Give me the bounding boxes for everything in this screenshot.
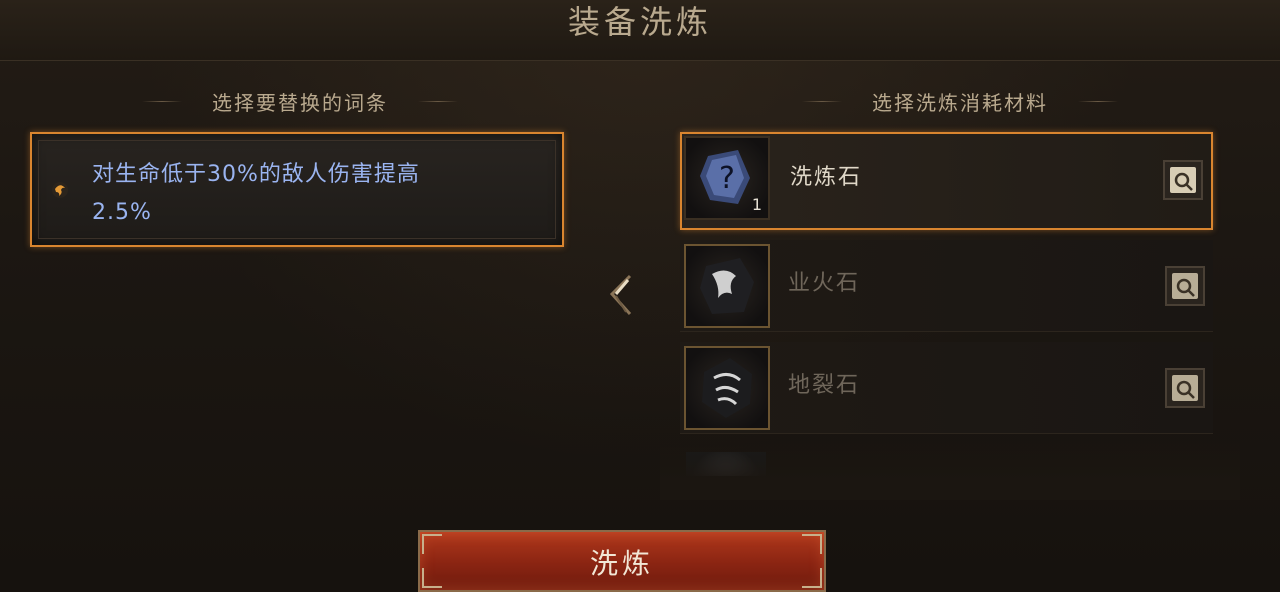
inspect-button[interactable] [1163,160,1203,200]
material-row-hellfire-stone[interactable]: 业火石 [680,240,1213,332]
earth-rune-stone-icon [684,346,770,430]
heading-rule-left [802,100,842,102]
fire-rune-stone-icon [684,244,770,328]
material-section-heading: 选择洗炼消耗材料 [760,86,1160,116]
svg-text:?: ? [719,161,735,196]
heading-rule-left [142,100,182,102]
affix-text: 对生命低于30%的敌人伤害提高 2.5% [92,156,532,232]
material-row-refine-stone[interactable]: ? 1 洗炼石 [680,132,1213,230]
inspect-button[interactable] [1165,266,1205,306]
material-section-title: 选择洗炼消耗材料 [872,90,1048,115]
material-row-earthsplit-stone[interactable]: 地裂石 [680,342,1213,434]
refine-button-label: 洗炼 [589,547,654,580]
heading-rule-right [418,100,458,102]
affix-section-title: 选择要替换的词条 [212,90,388,115]
refine-button[interactable]: 洗炼 [418,530,826,592]
question-stone-icon: ? 1 [684,136,770,220]
page-title: 装备洗炼 [567,3,712,41]
list-fade [660,440,1240,500]
scroll-icon [1172,375,1198,401]
heading-rule-right [1078,100,1118,102]
affix-text-line1: 对生命低于30%的敌人伤害提高 [92,162,420,187]
material-name: 洗炼石 [790,165,863,190]
affix-text-line2: 2.5% [92,200,152,225]
refine-screen: 装备洗炼 选择要替换的词条 选择洗炼消耗材料 对生命低于30%的敌人伤害提高 2… [0,0,1280,592]
arrow-left-icon [609,274,632,316]
scroll-icon [1172,273,1198,299]
scroll-icon [1170,167,1196,193]
inspect-button[interactable] [1165,368,1205,408]
affix-bullet-icon [52,182,68,198]
material-name: 地裂石 [788,373,861,398]
affix-section-heading: 选择要替换的词条 [100,86,500,116]
material-name: 业火石 [788,271,861,296]
material-count: 1 [751,195,762,214]
